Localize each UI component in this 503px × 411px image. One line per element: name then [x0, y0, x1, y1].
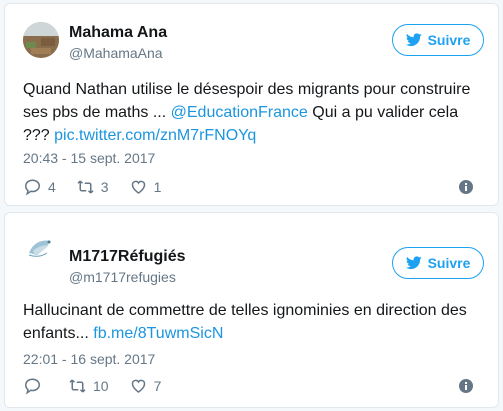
reply-button[interactable]	[23, 377, 48, 395]
info-icon[interactable]	[458, 378, 474, 394]
author-name[interactable]: M1717Réfugiés	[69, 248, 186, 266]
follow-button[interactable]: Suivre	[392, 24, 484, 56]
avatar[interactable]	[23, 229, 59, 265]
follow-label: Suivre	[427, 32, 471, 48]
like-count: 7	[153, 378, 162, 394]
retweet-button[interactable]: 10	[68, 377, 109, 395]
twitter-bird-icon	[405, 33, 422, 47]
follow-button[interactable]: Suivre	[392, 247, 484, 279]
like-icon	[131, 379, 145, 393]
tweet-text: Quand Nathan utilise le désespoir des mi…	[23, 78, 484, 147]
tweet-text-plain: Hallucinant de commettre de telles ignom…	[23, 302, 467, 342]
retweet-icon	[77, 180, 94, 194]
follow-label: Suivre	[427, 255, 471, 271]
tweet-card[interactable]: M1717Réfugiés @m1717refugies Suivre Hall…	[4, 212, 499, 408]
retweet-count: 10	[93, 378, 109, 394]
twitter-bird-icon	[405, 256, 422, 270]
info-icon[interactable]	[458, 179, 474, 195]
retweet-button[interactable]: 3	[76, 178, 109, 196]
like-button[interactable]: 1	[129, 178, 162, 196]
reply-icon	[24, 378, 41, 395]
author-name[interactable]: Mahama Ana	[69, 24, 167, 42]
retweet-count: 3	[100, 179, 109, 195]
like-button[interactable]: 7	[129, 377, 162, 395]
avatar[interactable]	[23, 22, 59, 58]
tweet-card[interactable]: Mahama Ana @MahamaAna Suivre Quand Natha…	[4, 3, 499, 206]
reply-icon	[24, 179, 41, 196]
author-handle[interactable]: @MahamaAna	[69, 45, 163, 61]
timestamp[interactable]: 22:01 - 16 sept. 2017	[23, 351, 155, 367]
retweet-icon	[69, 379, 86, 393]
tweet-actions: 4 3 1	[23, 177, 484, 197]
tweet-actions: 10 7	[23, 376, 484, 396]
timestamp[interactable]: 20:43 - 15 sept. 2017	[23, 150, 155, 166]
author-handle[interactable]: @m1717refugies	[69, 269, 176, 285]
reply-count: 4	[48, 179, 56, 195]
mention-link[interactable]: @EducationFrance	[171, 104, 308, 121]
media-link[interactable]: pic.twitter.com/znM7rFNOYq	[54, 127, 256, 144]
reply-button[interactable]: 4	[23, 178, 56, 196]
like-icon	[131, 180, 145, 194]
external-link[interactable]: fb.me/8TuwmSicN	[93, 325, 223, 342]
like-count: 1	[153, 179, 162, 195]
tweet-text: Hallucinant de commettre de telles ignom…	[23, 299, 484, 345]
